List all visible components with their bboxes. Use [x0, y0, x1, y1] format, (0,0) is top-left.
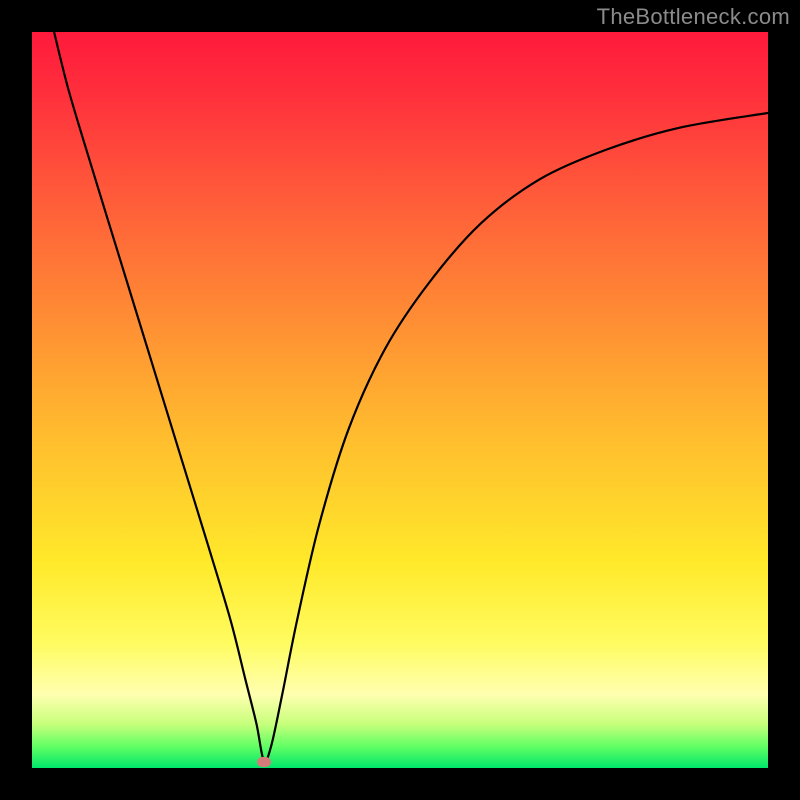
- curve-svg: [32, 32, 768, 768]
- optimal-point-marker: [257, 757, 271, 767]
- chart-frame: TheBottleneck.com: [0, 0, 800, 800]
- bottleneck-curve: [54, 32, 768, 762]
- watermark-text: TheBottleneck.com: [597, 4, 790, 30]
- plot-area: [32, 32, 768, 768]
